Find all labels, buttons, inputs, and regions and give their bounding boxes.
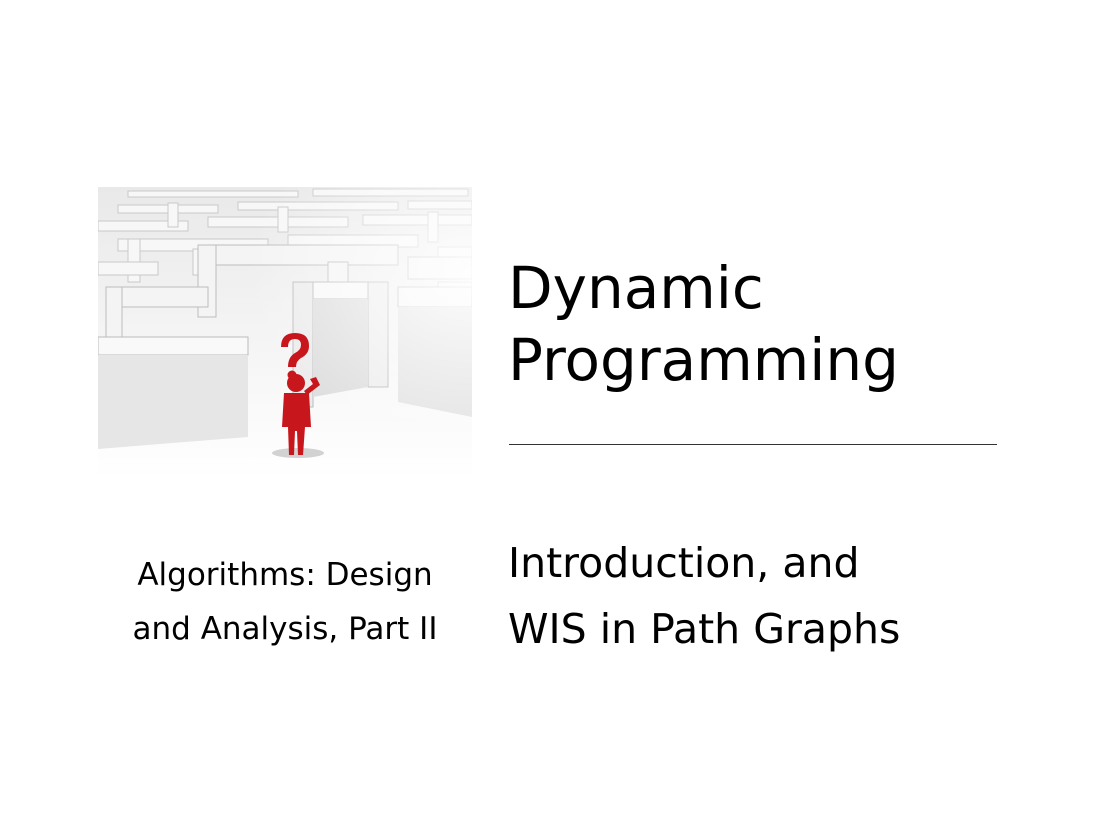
title-divider	[509, 444, 997, 445]
maze-illustration	[98, 187, 472, 479]
slide-title-line-2: Programming	[508, 326, 899, 394]
title-slide: Dynamic Programming Algorithms: Design a…	[0, 0, 1100, 820]
slide-title: Dynamic Programming	[508, 252, 899, 396]
course-name-line-2: and Analysis, Part II	[132, 611, 438, 647]
course-name-line-1: Algorithms: Design	[137, 557, 433, 593]
slide-title-line-1: Dynamic	[508, 254, 764, 322]
slide-subtitle: Introduction, and WIS in Path Graphs	[508, 530, 900, 662]
slide-subtitle-line-1: Introduction, and	[508, 539, 860, 587]
course-name: Algorithms: Design and Analysis, Part II	[98, 548, 472, 656]
slide-subtitle-line-2: WIS in Path Graphs	[508, 605, 901, 653]
